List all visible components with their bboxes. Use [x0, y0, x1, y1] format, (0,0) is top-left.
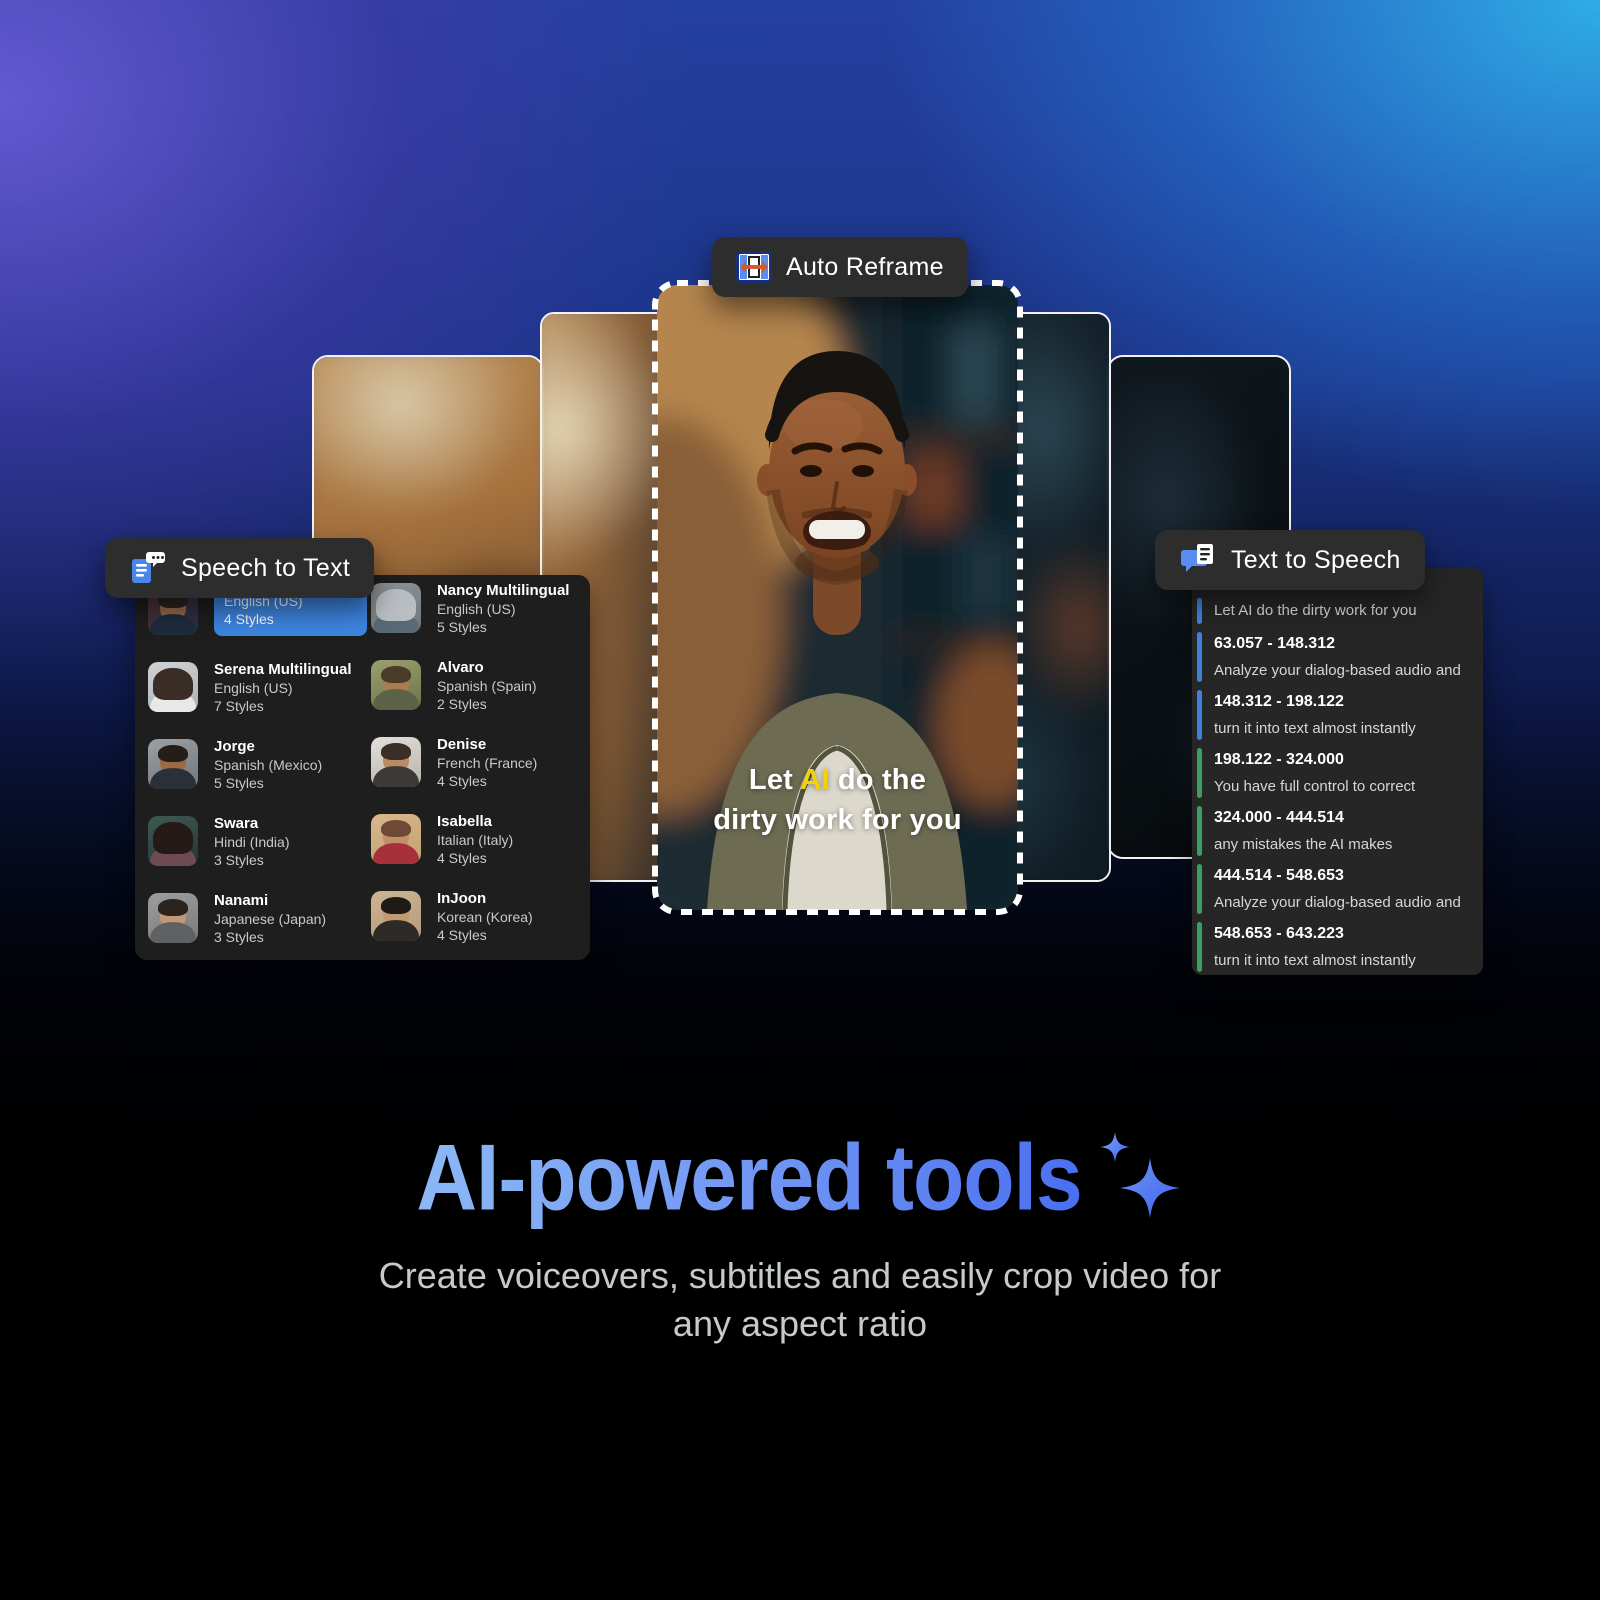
voice-row[interactable]: Swara Hindi (India) 3 Styles — [148, 816, 369, 866]
subtitle-line1: Create voiceovers, subtitles and easily … — [0, 1252, 1600, 1300]
segment-bar — [1197, 748, 1202, 798]
footer-heading-row: AI-powered tools — [0, 1122, 1600, 1232]
voice-row[interactable]: Serena Multilingual English (US) 7 Style… — [148, 662, 369, 712]
auto-reframe-badge[interactable]: Auto Reframe — [712, 237, 968, 297]
segment-bar — [1197, 922, 1202, 972]
segment-text: Analyze your dialog-based audio and — [1214, 658, 1469, 684]
auto-reframe-label: Auto Reframe — [786, 253, 944, 282]
avatar — [148, 893, 198, 943]
segment-text: turn it into text almost instantly — [1214, 948, 1469, 974]
caption-part2: do the — [830, 764, 926, 796]
transcript-segment[interactable]: Let AI do the dirty work for you — [1192, 596, 1469, 626]
transcript-segment[interactable]: 324.000 - 444.514 any mistakes the AI ma… — [1192, 804, 1469, 858]
segment-bar — [1197, 632, 1202, 682]
speech-to-text-icon — [129, 550, 167, 586]
segment-bar — [1197, 690, 1202, 740]
avatar — [371, 660, 421, 710]
voice-row[interactable]: Nancy Multilingual English (US) 5 Styles — [371, 583, 580, 633]
segment-bar — [1197, 864, 1202, 914]
segment-text: turn it into text almost instantly — [1214, 716, 1469, 742]
sparkles-icon — [1098, 1122, 1184, 1232]
voice-language: English (US) — [437, 600, 570, 618]
segment-time: 324.000 - 444.514 — [1214, 804, 1469, 832]
auto-reframe-icon — [736, 251, 772, 283]
voice-row[interactable]: Nanami Japanese (Japan) 3 Styles — [148, 893, 369, 943]
caption-line2: dirty work for you — [657, 800, 1018, 840]
voice-styles: 3 Styles — [214, 851, 289, 869]
voice-name: Swara — [214, 814, 289, 833]
voice-row[interactable]: Alvaro Spanish (Spain) 2 Styles — [371, 660, 580, 710]
voice-name: Jorge — [214, 737, 322, 756]
voice-name: Alvaro — [437, 658, 537, 677]
voice-name: Serena Multilingual — [214, 660, 352, 679]
segment-time: 548.653 - 643.223 — [1214, 920, 1469, 948]
segment-time: 148.312 - 198.122 — [1214, 688, 1469, 716]
page-title: AI-powered tools — [416, 1115, 1081, 1238]
voice-name: Nancy Multilingual — [437, 581, 570, 600]
segment-time: 63.057 - 148.312 — [1214, 630, 1469, 658]
speech-to-text-label: Speech to Text — [181, 554, 350, 583]
avatar — [148, 739, 198, 789]
voice-name: Isabella — [437, 812, 513, 831]
voice-language: Spanish (Mexico) — [214, 756, 322, 774]
speech-to-text-badge[interactable]: Speech to Text — [105, 538, 374, 598]
segment-text: Analyze your dialog-based audio and — [1214, 890, 1469, 916]
avatar — [148, 816, 198, 866]
voice-name: InJoon — [437, 889, 533, 908]
voice-language: Japanese (Japan) — [214, 910, 326, 928]
voice-styles: 4 Styles — [437, 772, 537, 790]
transcript-segment[interactable]: 198.122 - 324.000 You have full control … — [1192, 746, 1469, 800]
segment-text: Let AI do the dirty work for you — [1214, 596, 1469, 626]
caption-highlight: AI — [800, 764, 829, 796]
transcript-segment[interactable]: 444.514 - 548.653 Analyze your dialog-ba… — [1192, 862, 1469, 916]
voice-styles: 5 Styles — [437, 618, 570, 636]
page: Let AI do the dirty work for you Auto Re… — [0, 0, 1600, 1600]
avatar — [371, 737, 421, 787]
voice-list-panel: English (US) 4 Styles Serena Multilingua… — [135, 575, 590, 960]
footer-subtitle: Create voiceovers, subtitles and easily … — [0, 1252, 1600, 1348]
avatar — [371, 891, 421, 941]
caption-part1: Let — [749, 764, 800, 796]
transcript-segment[interactable]: 63.057 - 148.312 Analyze your dialog-bas… — [1192, 630, 1469, 684]
portrait-video: Let AI do the dirty work for you — [657, 285, 1018, 910]
voice-styles: 3 Styles — [214, 928, 326, 946]
voice-language: Korean (Korea) — [437, 908, 533, 926]
voice-row[interactable]: Isabella Italian (Italy) 4 Styles — [371, 814, 580, 864]
voice-styles: 4 Styles — [437, 926, 533, 944]
voice-language: Hindi (India) — [214, 833, 289, 851]
segment-time: 444.514 - 548.653 — [1214, 862, 1469, 890]
segment-text: any mistakes the AI makes — [1214, 832, 1469, 858]
voice-name: Denise — [437, 735, 537, 754]
voice-styles: 7 Styles — [214, 697, 352, 715]
text-to-speech-badge[interactable]: Text to Speech — [1155, 530, 1425, 590]
voice-language: Spanish (Spain) — [437, 677, 537, 695]
segment-bar — [1197, 806, 1202, 856]
voice-language: Italian (Italy) — [437, 831, 513, 849]
segment-time: 198.122 - 324.000 — [1214, 746, 1469, 774]
avatar — [148, 662, 198, 712]
video-caption: Let AI do the dirty work for you — [657, 760, 1018, 840]
voice-row[interactable]: InJoon Korean (Korea) 4 Styles — [371, 891, 580, 941]
voice-language: English (US) — [214, 679, 352, 697]
voice-language: French (France) — [437, 754, 537, 772]
voice-row[interactable]: Jorge Spanish (Mexico) 5 Styles — [148, 739, 369, 789]
auto-reframe-crop[interactable]: Let AI do the dirty work for you — [657, 285, 1018, 910]
subtitle-line2: any aspect ratio — [0, 1300, 1600, 1348]
transcript-panel: Let AI do the dirty work for you 63.057 … — [1192, 568, 1483, 975]
voice-name: Nanami — [214, 891, 326, 910]
voice-styles: 2 Styles — [437, 695, 537, 713]
avatar — [371, 583, 421, 633]
voice-styles: 4 Styles — [224, 610, 367, 628]
segment-text: You have full control to correct — [1214, 774, 1469, 800]
segment-bar — [1197, 598, 1202, 624]
voice-styles: 4 Styles — [437, 849, 513, 867]
avatar — [371, 814, 421, 864]
transcript-segment[interactable]: 548.653 - 643.223 turn it into text almo… — [1192, 920, 1469, 974]
voice-row[interactable]: Denise French (France) 4 Styles — [371, 737, 580, 787]
text-to-speech-icon — [1179, 542, 1217, 578]
voice-styles: 5 Styles — [214, 774, 322, 792]
text-to-speech-label: Text to Speech — [1231, 546, 1401, 575]
transcript-segment[interactable]: 148.312 - 198.122 turn it into text almo… — [1192, 688, 1469, 742]
